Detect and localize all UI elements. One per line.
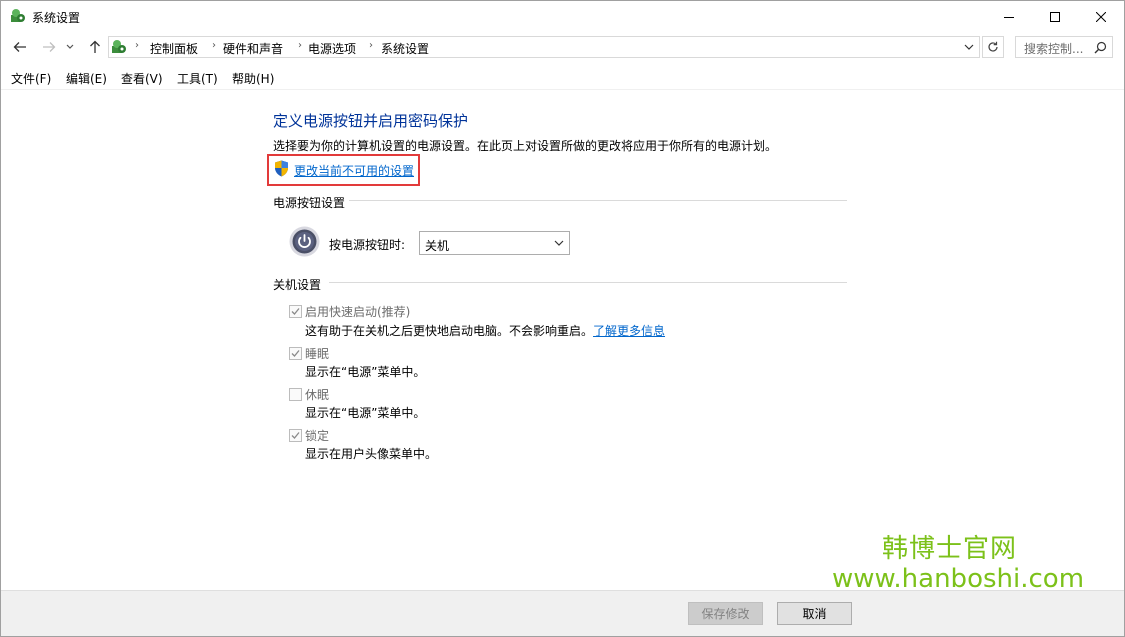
window: 系统设置 › 控制面板 › 硬件和声音 › 电源选项 › 系统设置 搜索控制..… [0, 0, 1125, 637]
checkmark-icon [291, 350, 300, 357]
menu-edit[interactable]: 编辑(E) [66, 70, 107, 87]
section-divider [329, 282, 847, 283]
chevron-down-icon [964, 44, 974, 50]
address-bar[interactable]: › 控制面板 › 硬件和声音 › 电源选项 › 系统设置 [108, 36, 980, 58]
minimize-icon [1004, 16, 1014, 18]
power-button-action-value: 关机 [425, 239, 450, 253]
sleep-label: 睡眠 [305, 347, 330, 361]
chevron-down-icon [554, 240, 564, 246]
lock-checkbox[interactable] [289, 429, 302, 442]
section-divider [349, 200, 847, 201]
breadcrumb-separator-icon[interactable]: › [298, 40, 302, 51]
recent-locations-button[interactable] [63, 36, 77, 58]
close-button[interactable] [1078, 1, 1124, 32]
power-button-label: 按电源按钮时: [329, 238, 406, 252]
window-title: 系统设置 [32, 11, 81, 25]
breadcrumb-control-panel[interactable]: 控制面板 [150, 40, 198, 57]
forward-button[interactable] [38, 36, 60, 58]
title-bar: 系统设置 [1, 1, 1124, 32]
breadcrumb-separator-icon[interactable]: › [135, 40, 139, 51]
search-box[interactable]: 搜索控制... [1015, 36, 1113, 58]
page-description: 选择要为你的计算机设置的电源设置。在此页上对设置所做的更改将应用于你所有的电源计… [273, 139, 778, 153]
minimize-button[interactable] [986, 1, 1032, 32]
shutdown-section-title: 关机设置 [273, 276, 328, 293]
cancel-button[interactable]: 取消 [777, 602, 852, 625]
breadcrumb-system-settings[interactable]: 系统设置 [381, 40, 429, 57]
fast-startup-desc-text: 这有助于在关机之后更快地启动电脑。不会影响重启。 [305, 324, 594, 338]
sleep-description: 显示在“电源”菜单中。 [305, 365, 426, 379]
fast-startup-label: 启用快速启动(推荐) [305, 305, 411, 319]
sleep-checkbox[interactable] [289, 347, 302, 360]
power-icon [289, 226, 320, 257]
maximize-icon [1050, 11, 1060, 22]
back-button[interactable] [9, 36, 31, 58]
fast-startup-description: 这有助于在关机之后更快地启动电脑。不会影响重启。了解更多信息 [305, 322, 665, 339]
menu-bar: 文件(F) 编辑(E) 查看(V) 工具(T) 帮助(H) [1, 63, 1124, 90]
menu-view[interactable]: 查看(V) [121, 70, 163, 87]
chevron-down-icon [66, 44, 74, 49]
menu-file[interactable]: 文件(F) [11, 70, 51, 87]
search-input[interactable]: 搜索控制... [1024, 40, 1083, 57]
checkmark-icon [291, 432, 300, 439]
menu-tools[interactable]: 工具(T) [177, 70, 218, 87]
maximize-button[interactable] [1032, 1, 1078, 32]
arrow-right-icon [43, 42, 56, 52]
search-icon [1094, 41, 1107, 54]
refresh-icon [988, 41, 998, 52]
breadcrumb-power-options[interactable]: 电源选项 [308, 40, 356, 57]
breadcrumb-separator-icon[interactable]: › [212, 40, 216, 51]
hibernate-label: 休眠 [305, 388, 330, 402]
learn-more-link[interactable]: 了解更多信息 [593, 324, 665, 338]
navigation-bar: › 控制面板 › 硬件和声音 › 电源选项 › 系统设置 搜索控制... [1, 32, 1124, 63]
page-title: 定义电源按钮并启用密码保护 [273, 112, 469, 130]
breadcrumb-separator-icon[interactable]: › [369, 40, 373, 51]
hibernate-description: 显示在“电源”菜单中。 [305, 406, 426, 420]
close-icon [1096, 11, 1106, 22]
save-changes-button[interactable]: 保存修改 [688, 602, 763, 625]
control-panel-icon [11, 9, 25, 22]
power-button-section-title: 电源按钮设置 [273, 194, 352, 211]
main-content: 定义电源按钮并启用密码保护 选择要为你的计算机设置的电源设置。在此页上对设置所做… [1, 90, 1124, 594]
control-panel-icon [112, 40, 126, 53]
lock-label: 锁定 [305, 429, 330, 443]
fast-startup-checkbox[interactable] [289, 305, 302, 318]
refresh-button[interactable] [982, 36, 1004, 58]
breadcrumb-hardware-sound[interactable]: 硬件和声音 [223, 40, 283, 57]
lock-description: 显示在用户头像菜单中。 [305, 447, 438, 461]
change-unavailable-settings-link[interactable]: 更改当前不可用的设置 [294, 162, 414, 179]
arrow-up-icon [90, 40, 100, 53]
footer-bar: 保存修改 取消 [1, 590, 1124, 636]
hibernate-checkbox[interactable] [289, 388, 302, 401]
arrow-left-icon [13, 42, 26, 52]
watermark-site-name: 韩博士官网 [882, 534, 1018, 564]
address-history-button[interactable] [961, 39, 977, 55]
checkmark-icon [291, 308, 300, 315]
up-button[interactable] [84, 36, 106, 58]
menu-help[interactable]: 帮助(H) [232, 70, 274, 87]
uac-shield-icon [275, 160, 288, 177]
power-button-action-select[interactable]: 关机 [419, 231, 570, 255]
